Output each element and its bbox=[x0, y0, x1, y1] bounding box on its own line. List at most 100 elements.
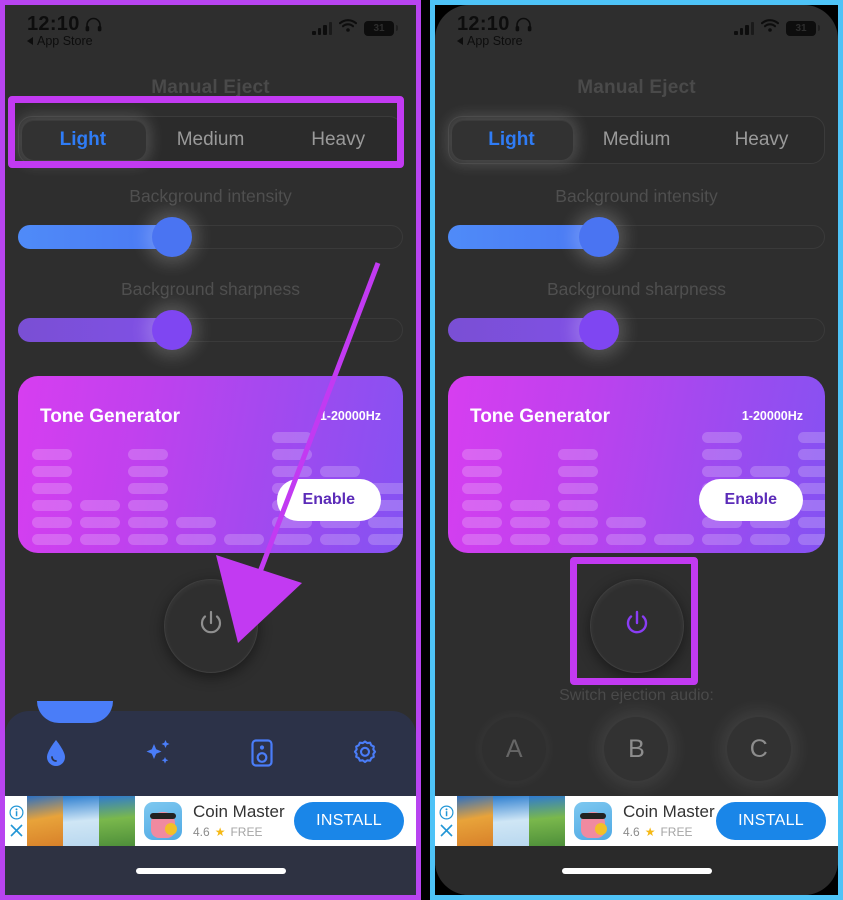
slider-knob[interactable] bbox=[152, 310, 192, 350]
tone-generator-title: Tone Generator bbox=[40, 406, 181, 427]
info-icon[interactable] bbox=[438, 804, 454, 820]
segment-light[interactable]: Light bbox=[19, 117, 147, 163]
tone-frequency-range: 1-20000Hz bbox=[319, 409, 381, 423]
segment-light[interactable]: Light bbox=[449, 117, 574, 163]
coin-shape bbox=[165, 823, 177, 835]
enable-button[interactable]: Enable bbox=[276, 479, 381, 521]
slider-background-intensity[interactable] bbox=[448, 217, 825, 257]
status-indicators: 31 bbox=[312, 19, 398, 37]
ad-meta-controls[interactable] bbox=[5, 804, 27, 838]
ad-banner[interactable]: Coin Master 4.6 ★ FREE INSTALL bbox=[435, 796, 838, 846]
coin-shape bbox=[595, 823, 607, 835]
ad-screenshot bbox=[529, 796, 565, 846]
slider-background-sharpness[interactable] bbox=[448, 310, 825, 350]
tab-water-drop[interactable] bbox=[5, 738, 108, 773]
ad-price: FREE bbox=[660, 824, 693, 839]
ad-screenshot bbox=[99, 796, 135, 846]
audio-preset-c[interactable]: C bbox=[726, 717, 791, 781]
segmented-control[interactable]: Light Medium Heavy bbox=[448, 116, 825, 164]
slider-fill bbox=[18, 225, 172, 249]
ad-screenshot bbox=[493, 796, 529, 846]
ad-meta-controls[interactable] bbox=[435, 804, 457, 838]
slider-background-sharpness[interactable] bbox=[18, 310, 403, 350]
ad-rating: 4.6 bbox=[623, 824, 640, 839]
tone-frequency-range: 1-20000Hz bbox=[741, 409, 803, 423]
gear-icon bbox=[350, 738, 380, 773]
headphone-icon bbox=[85, 17, 102, 32]
tone-generator-card[interactable]: Tone Generator 1-20000Hz Enable bbox=[448, 376, 825, 553]
slider-background-intensity[interactable] bbox=[18, 217, 403, 257]
slider-knob[interactable] bbox=[152, 217, 192, 257]
install-button[interactable]: INSTALL bbox=[716, 802, 826, 840]
back-label: App Store bbox=[467, 34, 523, 48]
segment-heavy[interactable]: Heavy bbox=[699, 117, 824, 163]
back-triangle-icon bbox=[457, 37, 463, 45]
mask-shape bbox=[150, 813, 176, 819]
slider-fill bbox=[18, 318, 172, 342]
status-bar: 12:10 App Store 31 bbox=[5, 5, 416, 61]
audio-preset-b[interactable]: B bbox=[604, 717, 669, 781]
ad-price: FREE bbox=[230, 824, 263, 839]
eq-column bbox=[176, 517, 216, 545]
power-button-area bbox=[5, 579, 416, 673]
segment-medium[interactable]: Medium bbox=[147, 117, 275, 163]
tab-sparkles[interactable] bbox=[108, 738, 211, 773]
close-icon[interactable] bbox=[439, 823, 454, 838]
headphone-icon bbox=[515, 17, 532, 32]
eq-column bbox=[128, 449, 168, 545]
left-phone-panel: 12:10 App Store 31 Manual Eject Light Me… bbox=[0, 0, 421, 900]
home-indicator[interactable] bbox=[135, 867, 286, 874]
star-icon: ★ bbox=[644, 824, 656, 839]
status-time: 12:10 bbox=[27, 13, 80, 35]
eq-column bbox=[462, 449, 502, 545]
battery-indicator: 31 bbox=[786, 20, 820, 36]
close-icon[interactable] bbox=[9, 823, 24, 838]
audio-preset-a[interactable]: A bbox=[482, 717, 547, 781]
power-button-area bbox=[435, 579, 838, 673]
water-drop-icon bbox=[43, 738, 69, 773]
tone-generator-card[interactable]: Tone Generator 1-20000Hz Enable bbox=[18, 376, 403, 553]
ad-banner[interactable]: Coin Master 4.6 ★ FREE INSTALL bbox=[5, 796, 416, 846]
ad-app-icon bbox=[144, 802, 182, 840]
phone-screen-right: 12:10 App Store 31 Manual Eject Light Me… bbox=[435, 5, 838, 895]
slider-label-intensity: Background intensity bbox=[129, 186, 292, 206]
ad-text-block: Coin Master 4.6 ★ FREE bbox=[193, 802, 294, 839]
segment-medium[interactable]: Medium bbox=[574, 117, 699, 163]
status-indicators: 31 bbox=[734, 19, 820, 37]
install-button[interactable]: INSTALL bbox=[294, 802, 404, 840]
app-content: Manual Eject Light Medium Heavy Backgrou… bbox=[5, 77, 416, 673]
ad-screenshot bbox=[63, 796, 99, 846]
eq-column bbox=[80, 500, 120, 545]
sparkles-icon bbox=[144, 738, 174, 773]
status-time-group: 12:10 bbox=[457, 13, 532, 36]
segment-heavy[interactable]: Heavy bbox=[274, 117, 402, 163]
tab-speaker[interactable] bbox=[211, 738, 314, 773]
wifi-icon bbox=[338, 19, 358, 37]
page-title: Manual Eject bbox=[577, 77, 696, 98]
eq-column bbox=[606, 517, 646, 545]
mask-shape bbox=[580, 813, 606, 819]
back-triangle-icon bbox=[27, 37, 33, 45]
enable-button[interactable]: Enable bbox=[698, 479, 803, 521]
home-indicator[interactable] bbox=[561, 867, 712, 874]
ad-title: Coin Master bbox=[193, 802, 285, 822]
power-icon bbox=[622, 609, 652, 644]
eq-column bbox=[510, 500, 550, 545]
tab-settings[interactable] bbox=[313, 738, 416, 773]
tone-generator-title: Tone Generator bbox=[470, 406, 611, 427]
home-indicator-area bbox=[5, 846, 416, 895]
eq-column bbox=[224, 534, 264, 545]
power-icon bbox=[196, 609, 226, 644]
slider-knob[interactable] bbox=[578, 217, 619, 257]
power-button[interactable] bbox=[163, 579, 258, 673]
info-icon[interactable] bbox=[8, 804, 24, 820]
screenshot-stage: 12:10 App Store 31 Manual Eject Light Me… bbox=[0, 0, 843, 900]
cellular-bars-icon bbox=[312, 21, 332, 35]
segmented-control[interactable]: Light Medium Heavy bbox=[18, 116, 403, 164]
ad-rating: 4.6 bbox=[193, 824, 210, 839]
ad-screenshots bbox=[457, 796, 565, 846]
status-bar: 12:10 App Store 31 bbox=[435, 5, 838, 61]
app-content: Manual Eject Light Medium Heavy Backgrou… bbox=[435, 77, 838, 781]
slider-knob[interactable] bbox=[578, 310, 619, 350]
power-button[interactable] bbox=[589, 579, 684, 673]
